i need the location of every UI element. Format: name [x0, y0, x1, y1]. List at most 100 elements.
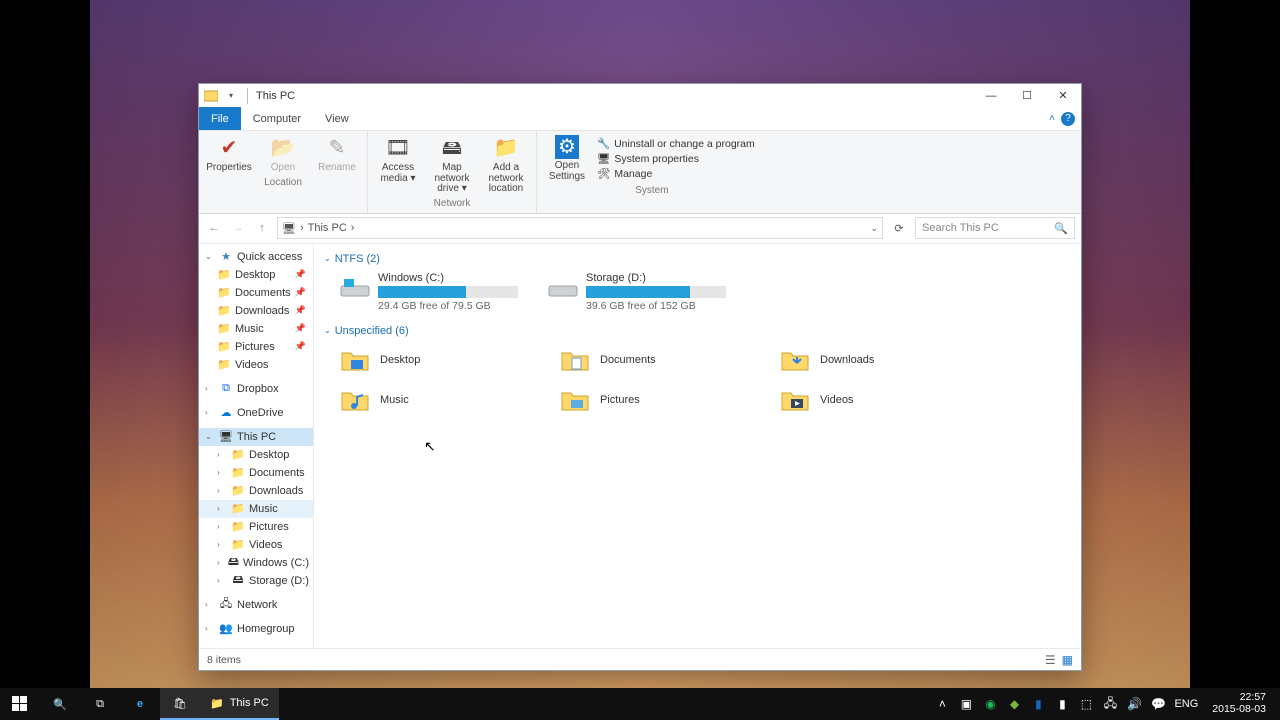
tray-app-icon[interactable]: ▣ — [958, 696, 974, 712]
tree-dropbox[interactable]: ›⧉Dropbox — [199, 380, 313, 398]
action-center-icon[interactable]: 💬 — [1150, 696, 1166, 712]
tree-pc-documents[interactable]: ›📁Documents — [199, 464, 313, 482]
drive-windows-c[interactable]: Windows (C:) 29.4 GB free of 79.5 GB — [340, 272, 530, 312]
refresh-button[interactable]: ⟳ — [889, 222, 909, 235]
drive-icon — [548, 272, 578, 298]
tray-app-icon[interactable]: ▮ — [1054, 696, 1070, 712]
tree-pc-pictures[interactable]: ›📁Pictures — [199, 518, 313, 536]
taskbar-clock[interactable]: 22:57 2015-08-03 — [1206, 692, 1272, 715]
group-header-ntfs[interactable]: ⌄NTFS (2) — [324, 250, 1071, 268]
tree-qa-downloads[interactable]: 📁Downloads📌 — [199, 302, 313, 320]
folder-icon: 📁 — [217, 268, 231, 282]
tray-app-icon[interactable]: ◆ — [1006, 696, 1022, 712]
manage-link[interactable]: 🛠Manage — [597, 167, 755, 180]
search-button[interactable]: 🔍 — [40, 688, 80, 720]
minimize-button[interactable]: — — [973, 84, 1009, 107]
language-indicator[interactable]: ENG — [1174, 698, 1198, 710]
access-media-button[interactable]: 🎞 Access media ▾ — [374, 135, 422, 195]
properties-button[interactable]: ✔ Properties — [205, 135, 253, 174]
tree-pc-music[interactable]: ›📁Music — [199, 500, 313, 518]
tree-pc-downloads[interactable]: ›📁Downloads — [199, 482, 313, 500]
search-box[interactable]: Search This PC 🔍 — [915, 217, 1075, 239]
tray-app-icon[interactable]: ▮ — [1030, 696, 1046, 712]
folder-icon: 📁 — [231, 484, 245, 498]
add-network-location-button[interactable]: 📁 Add a network location — [482, 135, 530, 195]
tree-pc-desktop[interactable]: ›📁Desktop — [199, 446, 313, 464]
tree-homegroup[interactable]: ›👥Homegroup — [199, 620, 313, 638]
tree-pc-storage-d[interactable]: ›🖴Storage (D:) — [199, 572, 313, 590]
tree-this-pc[interactable]: ⌄🖥This PC — [199, 428, 313, 446]
file-explorer-window: ▾ This PC — ☐ ✕ File Computer View ˄ ? ✔… — [198, 83, 1082, 671]
tree-qa-videos[interactable]: 📁Videos — [199, 356, 313, 374]
folder-documents[interactable]: Documents — [560, 346, 760, 374]
item-count: 8 items — [207, 654, 241, 666]
folder-downloads[interactable]: Downloads — [780, 346, 980, 374]
folder-pictures[interactable]: Pictures — [560, 386, 760, 414]
folder-icon: 📁 — [217, 286, 231, 300]
start-button[interactable] — [0, 688, 40, 720]
task-view-icon: ⧉ — [96, 698, 104, 711]
folder-videos[interactable]: Videos — [780, 386, 980, 414]
sysprops-icon: 🖥 — [597, 152, 610, 165]
folder-icon: 📁 — [231, 520, 245, 534]
system-properties-link[interactable]: 🖥System properties — [597, 152, 755, 165]
back-button[interactable]: ← — [205, 222, 223, 234]
ribbon-collapse-icon[interactable]: ˄ — [1049, 113, 1055, 124]
titlebar[interactable]: ▾ This PC — ☐ ✕ — [199, 84, 1081, 107]
tree-qa-desktop[interactable]: 📁Desktop📌 — [199, 266, 313, 284]
taskbar[interactable]: 🔍 ⧉ e 🛍 📁 This PC ˄ ▣ ◉ ◆ ▮ ▮ ⬚ 🖧 🔊 💬 EN… — [0, 688, 1280, 720]
help-icon[interactable]: ? — [1061, 112, 1075, 126]
address-bar[interactable]: 🖥 › This PC › ⌄ — [277, 217, 883, 239]
tree-qa-pictures[interactable]: 📁Pictures📌 — [199, 338, 313, 356]
details-view-button[interactable]: ☰ — [1045, 653, 1056, 667]
rename-button[interactable]: ✎ Rename — [313, 135, 361, 174]
open-settings-button[interactable]: ⚙ Open Settings — [543, 135, 591, 182]
edge-icon: e — [137, 698, 143, 710]
uninstall-link[interactable]: 🔧Uninstall or change a program — [597, 137, 755, 150]
open-button[interactable]: 📂 Open — [259, 135, 307, 174]
tree-quick-access[interactable]: ⌄★Quick access — [199, 248, 313, 266]
tab-view[interactable]: View — [313, 107, 361, 130]
content-pane[interactable]: ⌄NTFS (2) Windows (C:) 29.4 GB free of 7… — [314, 244, 1081, 649]
network-tray-icon[interactable]: 🖧 — [1102, 696, 1118, 712]
tray-app-icon[interactable]: ◉ — [982, 696, 998, 712]
store-icon: 🛍 — [173, 697, 187, 710]
drive-storage-d[interactable]: Storage (D:) 39.6 GB free of 152 GB — [548, 272, 738, 312]
close-button[interactable]: ✕ — [1045, 84, 1081, 107]
tray-app-icon[interactable]: ⬚ — [1078, 696, 1094, 712]
tree-network[interactable]: ›🖧Network — [199, 596, 313, 614]
folder-desktop[interactable]: Desktop — [340, 346, 540, 374]
tree-pc-videos[interactable]: ›📁Videos — [199, 536, 313, 554]
group-header-unspecified[interactable]: ⌄Unspecified (6) — [324, 322, 1071, 340]
downloads-folder-icon — [780, 346, 810, 374]
manage-icon: 🛠 — [597, 167, 610, 180]
tree-qa-documents[interactable]: 📁Documents📌 — [199, 284, 313, 302]
edge-button[interactable]: e — [120, 688, 160, 720]
tree-qa-music[interactable]: 📁Music📌 — [199, 320, 313, 338]
tree-onedrive[interactable]: ›☁OneDrive — [199, 404, 313, 422]
up-button[interactable]: ↑ — [253, 222, 271, 234]
drive-free-text: 39.6 GB free of 152 GB — [586, 298, 738, 312]
tree-pc-windows-c[interactable]: ›🖴Windows (C:) — [199, 554, 313, 572]
breadcrumb-this-pc[interactable]: This PC — [308, 222, 347, 234]
system-tray[interactable]: ˄ ▣ ◉ ◆ ▮ ▮ ⬚ 🖧 🔊 💬 ENG 22:57 2015-08-03 — [934, 692, 1280, 715]
maximize-button[interactable]: ☐ — [1009, 84, 1045, 107]
tab-computer[interactable]: Computer — [241, 107, 313, 130]
forward-button[interactable]: → — [229, 222, 247, 234]
map-drive-button[interactable]: 🖴 Map network drive ▾ — [428, 135, 476, 195]
volume-tray-icon[interactable]: 🔊 — [1126, 696, 1142, 712]
tiles-view-button[interactable]: ▦ — [1062, 653, 1073, 667]
crumb-sep: › — [300, 222, 304, 234]
address-dropdown-icon[interactable]: ⌄ — [870, 223, 878, 234]
task-view-button[interactable]: ⧉ — [80, 688, 120, 720]
folder-music[interactable]: Music — [340, 386, 540, 414]
drive-icon — [340, 272, 370, 298]
taskbar-explorer[interactable]: 📁 This PC — [200, 688, 279, 720]
tab-file[interactable]: File — [199, 107, 241, 130]
store-button[interactable]: 🛍 — [160, 688, 200, 720]
navigation-pane[interactable]: ⌄★Quick access 📁Desktop📌 📁Documents📌 📁Do… — [199, 244, 314, 649]
pin-icon: 📌 — [295, 341, 309, 352]
desktop-folder-icon — [340, 346, 370, 374]
tray-overflow-icon[interactable]: ˄ — [934, 696, 950, 712]
qat-dropdown-icon[interactable]: ▾ — [223, 88, 239, 104]
